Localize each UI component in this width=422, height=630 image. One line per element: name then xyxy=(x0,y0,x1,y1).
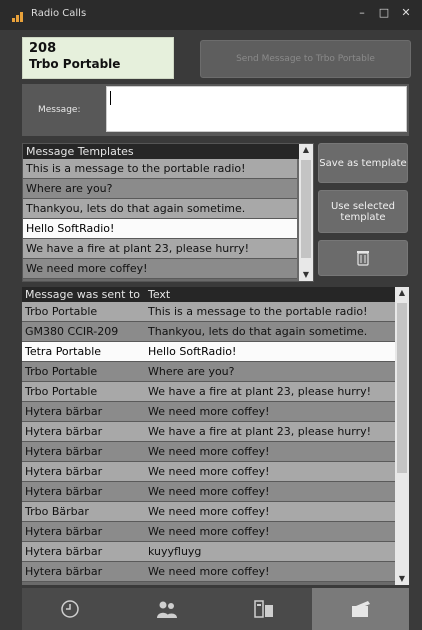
log-row[interactable]: Hytera bärbar We need more coffey! xyxy=(22,482,395,502)
log-recipient: Hytera bärbar xyxy=(25,545,103,558)
log-recipient: Trbo Bärbar xyxy=(25,505,89,518)
log-row[interactable]: Trbo Bärbar We need more coffey! xyxy=(22,502,395,522)
log-row[interactable]: Hytera bärbar We need more coffey! xyxy=(22,522,395,542)
window-title: Radio Calls xyxy=(31,8,87,19)
tab-contacts[interactable] xyxy=(119,588,216,630)
tab-status[interactable] xyxy=(216,588,313,630)
template-row[interactable]: Thankyou, lets do that again sometime. xyxy=(23,199,297,219)
delete-template-button[interactable] xyxy=(318,240,408,276)
log-header: Message was sent to Text xyxy=(22,287,395,302)
maximize-button[interactable]: □ xyxy=(378,6,390,19)
log-text: We need more coffey! xyxy=(148,465,270,478)
col-text-header: Text xyxy=(148,288,171,301)
log-recipient: Trbo Portable xyxy=(25,365,98,378)
log-scrollbar[interactable]: ▲ ▼ xyxy=(395,287,409,585)
clock-icon xyxy=(61,600,80,618)
log-row[interactable]: Hytera bärbar We need more coffey! xyxy=(22,462,395,482)
message-templates-list: Message Templates This is a message to t… xyxy=(22,143,314,282)
contact-number: 208 xyxy=(29,41,57,56)
close-button[interactable]: ✕ xyxy=(400,6,412,19)
send-message-button[interactable]: Send Message to Trbo Portable xyxy=(200,40,411,78)
use-selected-template-button[interactable]: Use selected template xyxy=(318,190,408,233)
log-text: We need more coffey! xyxy=(148,445,270,458)
col-sent-to-header: Message was sent to xyxy=(25,288,140,301)
bottom-tab-bar xyxy=(22,588,409,630)
log-row[interactable]: Hytera bärbar We have a fire at plant 23,… xyxy=(22,422,395,442)
template-row[interactable]: This is a message to the portable radio! xyxy=(23,159,297,179)
log-row[interactable]: GM380 CCIR-209 Thankyou, lets do that aga… xyxy=(22,322,395,342)
log-row[interactable]: Trbo Portable We have a fire at plant 23,… xyxy=(22,382,395,402)
templates-scrollbar[interactable]: ▲ ▼ xyxy=(299,144,313,281)
scroll-thumb[interactable] xyxy=(301,160,311,258)
log-row[interactable]: Trbo Portable Where are you? xyxy=(22,362,395,382)
log-row[interactable]: Hytera bärbar We need more coffey! xyxy=(22,562,395,582)
log-recipient: GM380 CCIR-209 xyxy=(25,325,119,338)
tab-messages[interactable] xyxy=(312,588,409,630)
log-text: We need more coffey! xyxy=(148,525,270,538)
log-recipient: Trbo Portable xyxy=(25,305,98,318)
scroll-up-icon[interactable]: ▲ xyxy=(299,144,313,156)
log-recipient: Tetra Portable xyxy=(25,345,102,358)
log-text: We have a fire at plant 23, please hurry… xyxy=(148,385,372,398)
log-recipient: Hytera bärbar xyxy=(25,425,103,438)
log-text: Where are you? xyxy=(148,365,235,378)
log-recipient: Trbo Portable xyxy=(25,385,98,398)
log-text: We need more coffey! xyxy=(148,505,270,518)
log-recipient: Hytera bärbar xyxy=(25,565,103,578)
radio-calls-window: Radio Calls – □ ✕ 208 Trbo Portable Send… xyxy=(0,0,422,630)
log-text: We need more coffey! xyxy=(148,565,270,578)
save-as-template-button[interactable]: Save as template xyxy=(318,143,408,183)
log-row[interactable]: Hytera bärbar kuyyfluyg xyxy=(22,542,395,562)
template-row[interactable]: We need more coffey! xyxy=(23,259,297,279)
log-recipient: Hytera bärbar xyxy=(25,405,103,418)
contact-name: Trbo Portable xyxy=(29,57,121,71)
log-text: Hello SoftRadio! xyxy=(148,345,237,358)
log-text: We need more coffey! xyxy=(148,405,270,418)
log-text: We need more coffey! xyxy=(148,485,270,498)
log-row[interactable]: Tetra Portable Hello SoftRadio! xyxy=(22,342,395,362)
log-text: We have a fire at plant 23, please hurry… xyxy=(148,425,372,438)
selected-contact-card: 208 Trbo Portable xyxy=(22,37,174,79)
messages-icon xyxy=(351,601,370,617)
message-panel: Message: xyxy=(22,84,409,136)
scroll-up-icon[interactable]: ▲ xyxy=(395,287,409,299)
log-recipient: Hytera bärbar xyxy=(25,485,103,498)
log-recipient: Hytera bärbar xyxy=(25,525,103,538)
contacts-icon xyxy=(157,601,178,618)
log-row[interactable]: Hytera bärbar We need more coffey! xyxy=(22,442,395,462)
log-row[interactable]: Hytera bärbar We need more coffey! xyxy=(22,402,395,422)
scroll-down-icon[interactable]: ▼ xyxy=(299,269,313,281)
templates-header: Message Templates xyxy=(23,144,313,159)
tab-history[interactable] xyxy=(22,588,119,630)
log-row[interactable]: Trbo Portable This is a message to the po… xyxy=(22,302,395,322)
message-label: Message: xyxy=(38,105,81,115)
sms-icon xyxy=(254,600,273,618)
log-text: This is a message to the portable radio! xyxy=(148,305,368,318)
log-text: kuyyfluyg xyxy=(148,545,202,558)
log-recipient: Hytera bärbar xyxy=(25,465,103,478)
scroll-down-icon[interactable]: ▼ xyxy=(395,573,409,585)
log-text: Thankyou, lets do that again sometime. xyxy=(148,325,368,338)
template-row[interactable]: Hello SoftRadio! xyxy=(23,219,297,239)
sent-messages-log: Message was sent to Text Trbo Portable Th… xyxy=(22,287,409,585)
message-input[interactable] xyxy=(106,86,407,132)
trash-icon xyxy=(357,251,369,266)
title-bar: Radio Calls – □ ✕ xyxy=(0,0,422,30)
signal-bars-icon xyxy=(12,12,23,22)
log-recipient: Hytera bärbar xyxy=(25,445,103,458)
template-row[interactable]: We have a fire at plant 23, please hurry… xyxy=(23,239,297,259)
minimize-button[interactable]: – xyxy=(356,6,368,19)
template-row[interactable]: Where are you? xyxy=(23,179,297,199)
scroll-thumb[interactable] xyxy=(397,303,407,473)
text-caret xyxy=(110,91,111,105)
